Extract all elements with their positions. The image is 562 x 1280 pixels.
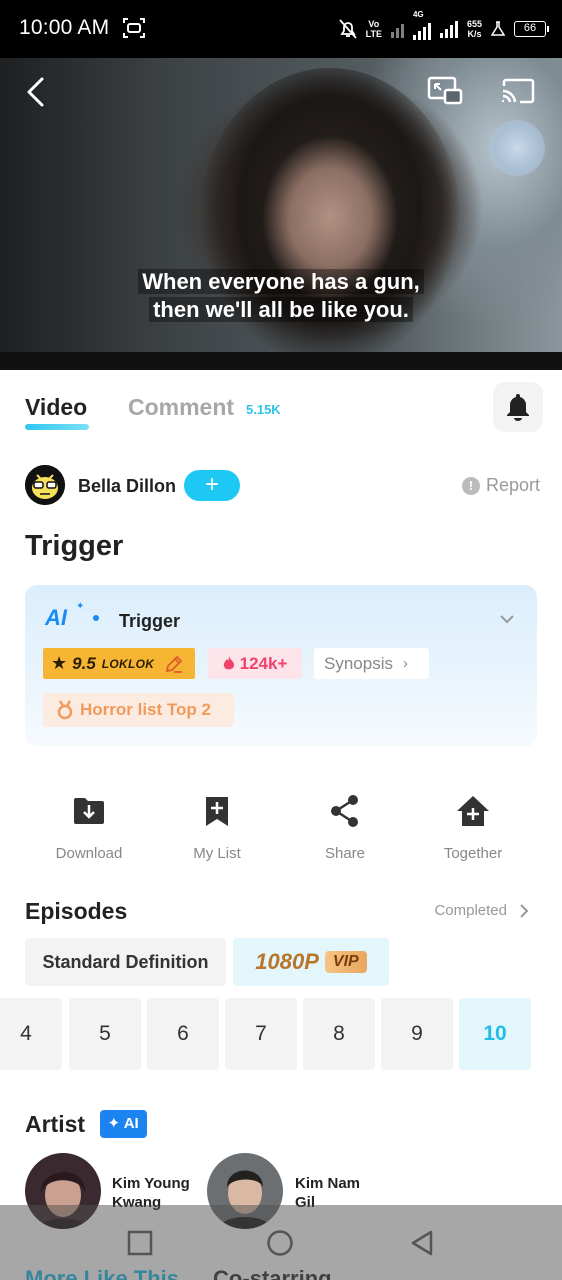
network-speed: 655 K/s	[466, 19, 482, 39]
artist-title: Artist	[25, 1110, 86, 1137]
back-icon[interactable]	[408, 1229, 436, 1257]
rating-badge[interactable]: ★ 9.5 LOKLOK	[43, 648, 195, 679]
content-tabs: Video Comment 5.15K	[0, 370, 562, 448]
sparkle-icon: ✦	[76, 601, 85, 612]
medal-icon	[57, 700, 73, 720]
together-button[interactable]: Together	[409, 790, 537, 862]
ai-summary-card[interactable]: AI ✦ Trigger ★ 9.5 LOKLOK 124k+ Synopsis…	[25, 585, 537, 747]
bell-icon	[507, 394, 529, 421]
battery-icon: 66	[514, 21, 549, 37]
standard-definition-option[interactable]: Standard Definition	[25, 938, 226, 986]
artist-header: Artist ✦ AI	[25, 1110, 147, 1142]
tab-comment[interactable]: Comment	[128, 394, 234, 421]
flask-icon	[491, 21, 505, 36]
episodes-header: Episodes Completed	[25, 897, 537, 927]
signal-icon-sim2: 4G	[412, 10, 431, 40]
uploader-name[interactable]: Bella Dillon	[78, 476, 176, 497]
vip-badge: VIP	[324, 951, 367, 973]
ai-logo: AI	[45, 605, 67, 630]
bookmark-add-icon	[206, 797, 228, 826]
share-icon	[331, 795, 358, 827]
star-icon: ★	[51, 653, 68, 673]
episode-item[interactable]: 5	[69, 998, 141, 1070]
flame-icon	[223, 656, 234, 670]
avatar[interactable]	[25, 465, 65, 505]
home-icon[interactable]	[266, 1229, 294, 1257]
status-time: 10:00 AM	[19, 16, 110, 39]
popularity-badge: 124k+	[208, 648, 302, 679]
rating-value: 9.5	[72, 653, 96, 673]
chevron-right-icon: ›	[402, 655, 408, 672]
video-frame-light	[489, 120, 545, 176]
tab-video-indicator	[25, 424, 89, 430]
comment-count: 5.15K	[246, 402, 281, 417]
episode-item[interactable]: 7	[225, 998, 297, 1070]
sparkle-icon: ✦	[107, 1115, 121, 1132]
synopsis-button[interactable]: Synopsis ›	[314, 648, 429, 679]
download-button[interactable]: Download	[25, 790, 153, 862]
episode-item-active[interactable]: 10	[459, 998, 531, 1070]
video-player[interactable]: When everyone has a gun, then we'll all …	[0, 58, 562, 370]
cast-icon[interactable]	[501, 78, 535, 104]
notification-button[interactable]	[493, 382, 543, 432]
recent-apps-icon[interactable]	[126, 1229, 154, 1257]
back-arrow-icon[interactable]	[22, 76, 50, 108]
edit-icon	[166, 655, 183, 673]
episode-item[interactable]: 8	[303, 998, 375, 1070]
episodes-status[interactable]: Completed	[434, 902, 529, 919]
episode-list: 4 5 6 7 8 9 10	[0, 998, 562, 1070]
status-bar: 10:00 AM Vo LTE 4G 655 K/s 66	[0, 0, 562, 58]
follow-button[interactable]: +	[184, 470, 240, 501]
volte-indicator: Vo LTE	[365, 19, 382, 39]
info-icon: !	[461, 476, 480, 495]
report-button[interactable]: ! Report	[461, 475, 540, 496]
chevron-right-icon	[520, 903, 529, 918]
home-add-icon	[457, 796, 489, 826]
mute-icon	[338, 19, 357, 39]
tab-video[interactable]: Video	[25, 394, 87, 421]
video-subtitle: When everyone has a gun, then we'll all …	[0, 268, 562, 324]
share-button[interactable]: Share	[281, 790, 409, 862]
episode-item[interactable]: 4	[0, 998, 62, 1070]
system-navigation-bar	[0, 1205, 562, 1280]
picture-in-picture-icon[interactable]	[427, 76, 463, 106]
uploader-row: Bella Dillon + ! Report	[25, 465, 540, 507]
hd-definition-option[interactable]: 1080P VIP	[233, 938, 389, 986]
episodes-title: Episodes	[25, 898, 128, 924]
action-bar: Download My List Share Together	[25, 790, 537, 870]
download-folder-icon	[74, 798, 104, 824]
chevron-down-icon[interactable]	[499, 611, 515, 627]
page-title: Trigger	[25, 530, 124, 562]
signal-icon-sim1	[390, 20, 404, 38]
ai-card-title: Trigger	[119, 611, 181, 631]
episode-item[interactable]: 6	[147, 998, 219, 1070]
my-list-button[interactable]: My List	[153, 790, 281, 862]
signal-icon-sim3	[439, 20, 458, 38]
report-label: Report	[485, 475, 540, 495]
rating-brand: LOKLOK	[101, 656, 155, 671]
ai-badge[interactable]: ✦ AI	[99, 1110, 147, 1138]
episode-item[interactable]: 9	[381, 998, 453, 1070]
screen-record-icon	[123, 18, 145, 38]
rank-badge[interactable]: Horror list Top 2	[43, 693, 234, 727]
